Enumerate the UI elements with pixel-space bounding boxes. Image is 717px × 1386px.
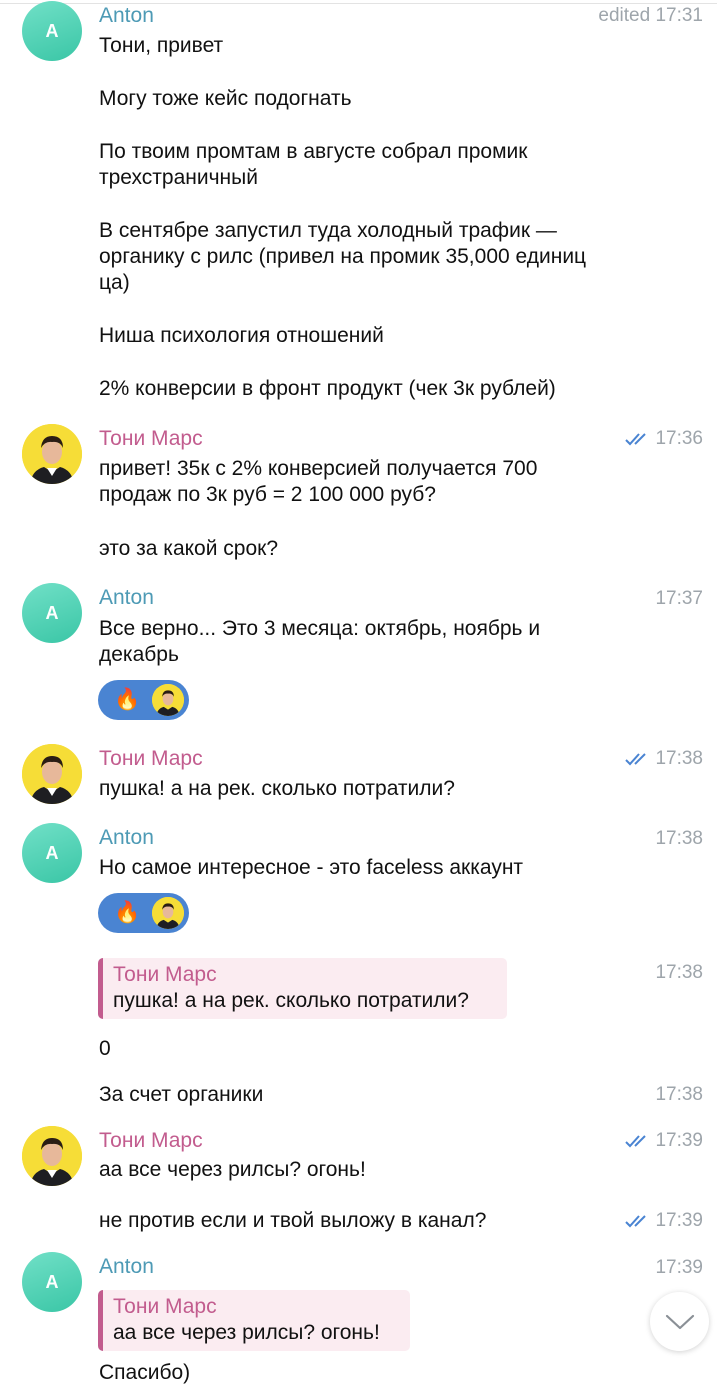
- reply-sender: Тони Марс: [113, 963, 217, 986]
- message-time: 17:38: [625, 748, 703, 770]
- double-check-icon: [625, 1215, 647, 1228]
- message-text: По твоим промтам в августе собрал промик…: [99, 140, 528, 189]
- sender-name[interactable]: Anton: [99, 826, 154, 850]
- message-text: 0: [99, 1037, 111, 1060]
- message-text: это за какой срок?: [99, 537, 279, 560]
- sender-name[interactable]: Тони Марс: [99, 1129, 203, 1153]
- message-text: Все верно... Это 3 месяца: октябрь, нояб…: [99, 617, 541, 666]
- message-time: 17:36: [625, 428, 703, 450]
- reaction-pill[interactable]: 🔥: [98, 680, 189, 720]
- message-text: аа все через рилсы? огонь!: [99, 1158, 366, 1181]
- double-check-icon: [625, 433, 647, 446]
- message-text: привет! 35к с 2% конверсией получается 7…: [99, 457, 538, 506]
- person-photo-icon: [22, 424, 82, 484]
- avatar-anton[interactable]: A: [22, 583, 82, 643]
- reply-text: пушка! а на рек. сколько потратили?: [113, 989, 469, 1012]
- person-photo-icon: [22, 1126, 82, 1186]
- message-text: пушка! а на рек. сколько потратили?: [99, 777, 455, 800]
- message-time: 17:39: [655, 1257, 703, 1278]
- message-text: не против если и твой выложу в канал?: [99, 1209, 487, 1232]
- message-time: 17:39: [625, 1130, 703, 1152]
- message-text: Могу тоже кейс подогнать: [99, 87, 352, 110]
- message-time: 17:39: [625, 1210, 703, 1232]
- sender-name[interactable]: Anton: [99, 586, 154, 610]
- message-time: 17:38: [655, 828, 703, 849]
- message-text: Спасибо): [99, 1361, 191, 1384]
- reaction-pill[interactable]: 🔥: [98, 893, 189, 933]
- sender-name[interactable]: Тони Марс: [99, 747, 203, 771]
- message-time: 17:37: [655, 588, 703, 609]
- reactor-avatar: [152, 897, 184, 929]
- message-time: edited 17:31: [598, 5, 703, 26]
- double-check-icon: [625, 1135, 647, 1148]
- avatar-toni[interactable]: [22, 1126, 82, 1186]
- reply-quote[interactable]: Тони Марс аа все через рилсы? огонь!: [98, 1290, 410, 1351]
- reply-text: аа все через рилсы? огонь!: [113, 1321, 380, 1344]
- message-text: За счет органики: [99, 1083, 264, 1106]
- reply-sender: Тони Марс: [113, 1295, 217, 1318]
- message-time: 17:38: [655, 962, 703, 983]
- avatar-anton[interactable]: A: [22, 823, 82, 883]
- sender-name[interactable]: Anton: [99, 4, 154, 28]
- sender-name[interactable]: Тони Марс: [99, 427, 203, 451]
- message-text: Тони, привет: [99, 34, 224, 57]
- message-text: Ниша психология отношений: [99, 324, 384, 347]
- reply-quote[interactable]: Тони Марс пушка! а на рек. сколько потра…: [98, 958, 507, 1019]
- avatar-anton[interactable]: A: [22, 1252, 82, 1312]
- sender-name[interactable]: Anton: [99, 1255, 154, 1279]
- message-text: В сентябре запустил туда холодный трафик…: [99, 219, 587, 294]
- message-time: 17:38: [655, 1084, 703, 1105]
- message-text: 2% конверсии в фронт продукт (чек 3к руб…: [99, 377, 556, 400]
- avatar-toni[interactable]: [22, 424, 82, 484]
- avatar-toni[interactable]: [22, 744, 82, 804]
- message-text: Но самое интересное - это faceless аккау…: [99, 856, 524, 879]
- fire-emoji: 🔥: [114, 901, 141, 924]
- person-photo-icon: [22, 744, 82, 804]
- scroll-down-button[interactable]: [650, 1292, 709, 1351]
- double-check-icon: [625, 753, 647, 766]
- chevron-down-icon: [665, 1314, 694, 1329]
- reactor-avatar: [152, 684, 184, 716]
- avatar-anton[interactable]: A: [22, 1, 82, 61]
- fire-emoji: 🔥: [114, 688, 141, 711]
